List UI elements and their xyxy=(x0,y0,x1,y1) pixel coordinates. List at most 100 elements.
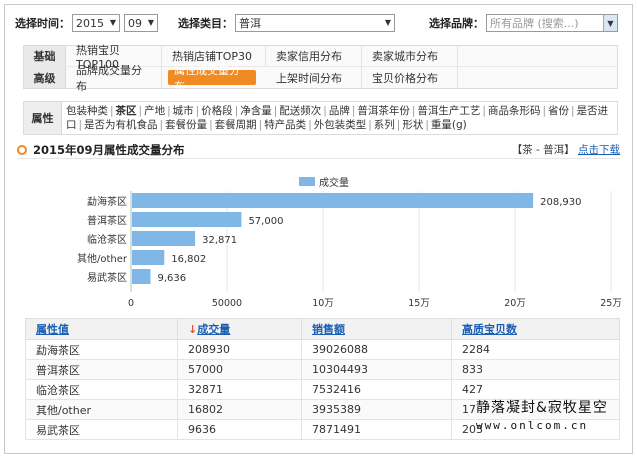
col-quality-count[interactable]: 高质宝贝数 xyxy=(451,318,620,340)
data-label: 208,930 xyxy=(540,197,581,208)
attribute-option[interactable]: 重量(g) xyxy=(431,119,467,131)
attribute-option[interactable]: 产地 xyxy=(144,105,165,117)
data-table: 属性值 ↓成交量 销售额 高质宝贝数 勐海茶区 208930 39026088 … xyxy=(25,318,620,440)
app-frame: 选择时间： 2015 ▼ 09 ▼ 选择类目： 普洱 ▼ 选择品牌： 所有品牌 … xyxy=(4,4,633,454)
table-row: 勐海茶区 208930 39026088 2284 xyxy=(25,339,620,360)
attribute-option[interactable]: 是否为有机食品 xyxy=(84,119,158,131)
legend-label: 成交量 xyxy=(319,176,349,189)
cell-quality-count: 203 xyxy=(451,419,620,440)
attribute-option[interactable]: 形状 xyxy=(402,119,423,131)
separator: | xyxy=(571,105,575,117)
attribute-option[interactable]: 系列 xyxy=(374,119,395,131)
chevron-down-icon: ▼ xyxy=(603,15,617,31)
attribute-option[interactable]: 净含量 xyxy=(240,105,272,117)
download-link[interactable]: 点击下载 xyxy=(578,144,620,156)
cell-quality-count: 833 xyxy=(451,359,620,380)
separator: | xyxy=(167,105,171,117)
section-header: 2015年09月属性成交量分布 【茶 - 普洱】 点击下载 xyxy=(17,141,620,159)
cell-attribute: 其他/other xyxy=(25,399,178,420)
legend-swatch xyxy=(299,177,315,186)
attribute-option[interactable]: 配送频次 xyxy=(279,105,321,117)
attribute-option[interactable]: 省份 xyxy=(548,105,569,117)
section-actions: 【茶 - 普洱】 点击下载 xyxy=(512,142,620,157)
attribute-filter: 属性 包装种类 | 茶区 | 产地 | 城市 | 价格段 | 净含量 | 配送频次 | 品牌 | 普洱茶年份 | 普… xyxy=(23,101,618,135)
y-tick-label: 临沧茶区 xyxy=(87,233,127,246)
col-sales[interactable]: 销售额 xyxy=(301,318,452,340)
year-value: 2015 xyxy=(76,16,104,30)
attribute-option[interactable]: 商品条形码 xyxy=(488,105,541,117)
attribute-option[interactable]: 特产品类 xyxy=(264,119,306,131)
cell-attribute: 易武茶区 xyxy=(25,419,178,440)
cell-attribute: 临沧茶区 xyxy=(25,379,178,400)
col-attribute: 属性值 xyxy=(25,318,178,340)
cell-volume: 208930 xyxy=(177,339,302,360)
category-select[interactable]: 普洱 ▼ xyxy=(235,14,395,32)
nav-item-brand[interactable]: 品牌成交量分布 xyxy=(66,64,162,93)
brand-label: 选择品牌： xyxy=(429,17,484,30)
nav-item-city[interactable]: 卖家城市分布 xyxy=(362,46,458,66)
cell-attribute: 普洱茶区 xyxy=(25,359,178,380)
attribute-option[interactable]: 普洱茶年份 xyxy=(357,105,410,117)
y-tick-label: 勐海茶区 xyxy=(87,195,127,208)
bar xyxy=(132,250,165,265)
attribute-option[interactable]: 套餐周期 xyxy=(215,119,257,131)
cell-volume: 32871 xyxy=(177,379,302,400)
table-row: 普洱茶区 57000 10304493 833 xyxy=(25,359,620,380)
separator: | xyxy=(159,119,164,131)
cell-sales: 7532416 xyxy=(301,379,452,400)
chevron-down-icon: ▼ xyxy=(109,18,116,27)
filter-bar: 选择时间： 2015 ▼ 09 ▼ 选择类目： 普洱 ▼ 选择品牌： 所有品牌 … xyxy=(15,11,625,35)
bullet-icon xyxy=(17,144,27,155)
month-value: 09 xyxy=(128,16,142,30)
attribute-list: 包装种类 | 茶区 | 产地 | 城市 | 价格段 | 净含量 | 配送频次 | 品牌 | 普洱茶年份 | 普洱生产… xyxy=(62,102,617,134)
attribute-option[interactable]: 套餐份量 xyxy=(165,119,207,131)
brand-select[interactable]: 所有品牌 (搜索...) ▼ xyxy=(486,14,618,32)
x-tick-label: 25万 xyxy=(600,298,622,309)
nav-head-advanced: 高级 xyxy=(24,67,66,88)
attribute-head: 属性 xyxy=(24,102,62,134)
category-value: 普洱 xyxy=(239,17,261,30)
chevron-down-icon: ▼ xyxy=(384,18,391,27)
bar xyxy=(132,269,151,284)
bar xyxy=(132,212,242,227)
time-label: 选择时间： xyxy=(15,17,70,30)
y-tick-label: 其他/other xyxy=(77,252,128,265)
x-tick-label: 50000 xyxy=(212,298,242,309)
data-label: 32,871 xyxy=(202,235,237,246)
separator: | xyxy=(308,119,312,131)
nav-row-advanced: 高级 品牌成交量分布 属性成交量分布 上架时间分布 宝贝价格分布 xyxy=(24,64,617,93)
category-crumb: 【茶 - 普洱】 xyxy=(511,144,575,156)
cell-sales: 39026088 xyxy=(301,339,452,360)
table-header-row: 属性值 ↓成交量 销售额 高质宝贝数 xyxy=(25,318,620,340)
sort-down-icon: ↓ xyxy=(188,323,198,336)
nav-item-price[interactable]: 宝贝价格分布 xyxy=(362,67,458,88)
x-tick-label: 20万 xyxy=(504,298,526,309)
report-nav: 基础 热销宝贝TOP100 热销店铺TOP30 卖家信用分布 卖家城市分布 高级… xyxy=(23,44,618,93)
attribute-option[interactable]: 包装种类 xyxy=(66,105,108,117)
x-tick-label: 10万 xyxy=(312,298,334,309)
col-volume[interactable]: ↓成交量 xyxy=(177,318,302,340)
attribute-option[interactable]: 茶区 xyxy=(116,105,137,117)
separator: | xyxy=(110,105,114,117)
attribute-option[interactable]: 普洱生产工艺 xyxy=(417,105,480,117)
bar-chart: 成交量 0 50000 10万 15万 20万 25万 勐海茶区 208,930 普洱茶区 57,0… xyxy=(77,176,622,309)
nav-item-attribute[interactable]: 属性成交量分布 xyxy=(168,64,256,93)
nav-item-credit[interactable]: 卖家信用分布 xyxy=(266,46,362,66)
data-label: 9,636 xyxy=(158,273,187,284)
cell-volume: 16802 xyxy=(177,399,302,420)
cell-sales: 3935389 xyxy=(301,399,452,420)
attribute-option[interactable]: 城市 xyxy=(173,105,194,117)
brand-placeholder: 所有品牌 (搜索...) xyxy=(490,17,579,30)
table-row: 临沧茶区 32871 7532416 427 xyxy=(25,379,620,400)
month-select[interactable]: 09 ▼ xyxy=(124,14,158,32)
data-label: 16,802 xyxy=(171,254,206,265)
nav-item-listing-time[interactable]: 上架时间分布 xyxy=(266,67,362,88)
separator: | xyxy=(209,119,213,131)
y-tick-label: 普洱茶区 xyxy=(87,214,127,227)
cell-volume: 57000 xyxy=(177,359,302,380)
year-select[interactable]: 2015 ▼ xyxy=(72,14,120,32)
attribute-option[interactable]: 价格段 xyxy=(201,105,233,117)
attribute-option[interactable]: 品牌 xyxy=(329,105,350,117)
attribute-option[interactable]: 外包装类型 xyxy=(314,119,367,131)
nav-head-basic: 基础 xyxy=(24,46,66,66)
